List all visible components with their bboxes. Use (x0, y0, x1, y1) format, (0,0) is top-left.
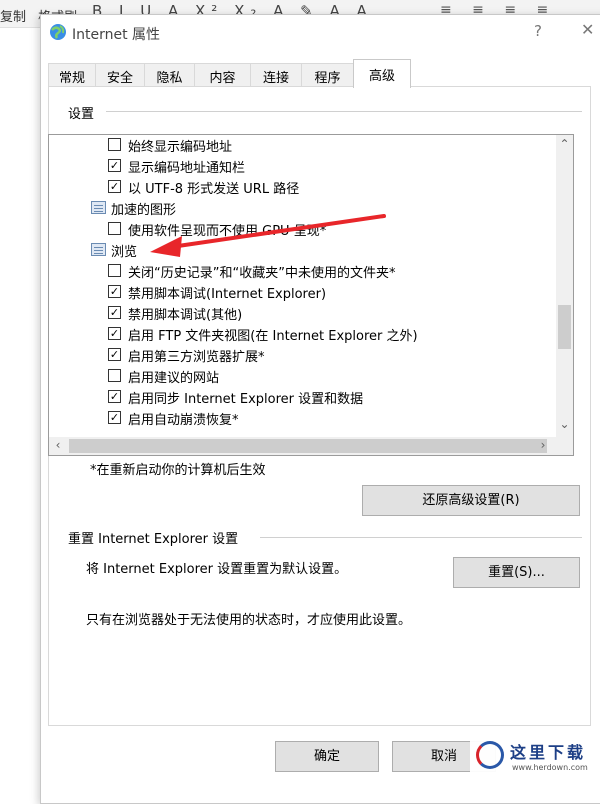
setting-checkbox-row[interactable]: ✓ 显示编码地址通知栏 (49, 156, 554, 177)
settings-listbox[interactable]: 始终显示编码地址 ✓ 显示编码地址通知栏 ✓ 以 UTF-8 形式发送 URL 路径加速… (48, 134, 574, 456)
scroll-up-icon[interactable]: ⌃ (556, 137, 573, 151)
checked-checkbox[interactable]: ✓ (108, 306, 121, 319)
setting-label: 以 UTF-8 形式发送 URL 路径 (128, 182, 300, 197)
setting-checkbox-row[interactable]: ✓ 启用 FTP 文件夹视图(在 Internet Explorer 之外) (49, 324, 554, 345)
restore-advanced-settings-button[interactable]: 还原高级设置(R) (362, 485, 580, 516)
window-title: Internet 属性 (72, 27, 161, 43)
setting-checkbox-row[interactable]: ✓ 禁用脚本调试(Internet Explorer) (49, 282, 554, 303)
internet-globe-icon (50, 24, 66, 40)
setting-checkbox-row[interactable]: ✓ 禁用脚本调试(其他) (49, 303, 554, 324)
setting-checkbox-row[interactable]: ✓ 启用自动崩溃恢复* (49, 408, 554, 429)
tab-content[interactable]: 内容 (194, 63, 251, 87)
settings-group-icon (91, 201, 106, 214)
setting-checkbox-row[interactable]: ✓ 启用同步 Internet Explorer 设置和数据 (49, 387, 554, 408)
checked-checkbox[interactable]: ✓ (108, 285, 121, 298)
setting-label: 启用 FTP 文件夹视图(在 Internet Explorer 之外) (128, 329, 418, 344)
group-label: 浏览 (111, 245, 138, 260)
vertical-scrollbar[interactable]: ⌃ ⌄ (556, 135, 573, 437)
setting-group-header: 浏览 (49, 240, 554, 261)
setting-checkbox-row[interactable]: 始终显示编码地址 (49, 135, 554, 156)
settings-group-icon (91, 243, 106, 256)
setting-label: 关闭“历史记录”和“收藏夹”中未使用的文件夹* (128, 266, 396, 281)
tab-programs[interactable]: 程序 (301, 63, 354, 87)
watermark-brand: 这里下载 (510, 743, 587, 762)
group-label: 加速的图形 (111, 203, 177, 218)
unchecked-checkbox[interactable] (108, 222, 121, 235)
title-bar: Internet 属性 ? ✕ (41, 15, 600, 51)
reset-description: 将 Internet Explorer 设置重置为默认设置。 (86, 562, 348, 577)
tab-security[interactable]: 安全 (95, 63, 145, 87)
setting-label: 启用建议的网站 (128, 371, 220, 386)
reset-warning: 只有在浏览器处于无法使用的状态时，才应使用此设置。 (86, 613, 412, 628)
horizontal-scroll-thumb[interactable] (69, 439, 547, 453)
site-watermark: 这里下载 www.herdown.com (470, 735, 600, 784)
setting-checkbox-row[interactable]: ✓ 启用第三方浏览器扩展* (49, 345, 554, 366)
settings-separator (106, 111, 582, 112)
reset-button[interactable]: 重置(S)... (453, 557, 580, 588)
setting-label: 启用同步 Internet Explorer 设置和数据 (128, 392, 364, 407)
unchecked-checkbox[interactable] (108, 264, 121, 277)
setting-label: 禁用脚本调试(其他) (128, 308, 243, 323)
setting-checkbox-row[interactable]: 启用建议的网站 (49, 366, 554, 387)
help-button[interactable]: ? (534, 22, 542, 40)
setting-checkbox-row[interactable]: 关闭“历史记录”和“收藏夹”中未使用的文件夹* (49, 261, 554, 282)
setting-label: 启用自动崩溃恢复* (128, 413, 239, 428)
watermark-logo-icon (476, 741, 504, 769)
copy-label[interactable]: 复制 (0, 10, 26, 25)
checked-checkbox[interactable]: ✓ (108, 327, 121, 340)
checked-checkbox[interactable]: ✓ (108, 390, 121, 403)
checked-checkbox[interactable]: ✓ (108, 159, 121, 172)
tab-general[interactable]: 常规 (48, 63, 96, 87)
reset-separator (260, 537, 582, 538)
scroll-right-icon[interactable]: › (537, 438, 549, 452)
restart-note: *在重新启动你的计算机后生效 (90, 463, 266, 478)
unchecked-checkbox[interactable] (108, 369, 121, 382)
setting-group-header: 加速的图形 (49, 198, 554, 219)
checked-checkbox[interactable]: ✓ (108, 411, 121, 424)
close-button[interactable]: ✕ (581, 20, 594, 39)
setting-checkbox-row[interactable]: 使用软件呈现而不使用 GPU 呈现* (49, 219, 554, 240)
scroll-down-icon[interactable]: ⌄ (556, 417, 573, 431)
setting-label: 禁用脚本调试(Internet Explorer) (128, 287, 327, 302)
checked-checkbox[interactable]: ✓ (108, 180, 121, 193)
tab-connections[interactable]: 连接 (250, 63, 302, 87)
reset-section-label: 重置 Internet Explorer 设置 (68, 532, 239, 547)
watermark-url: www.herdown.com (512, 763, 588, 772)
tab-advanced[interactable]: 高级 (353, 59, 411, 88)
setting-checkbox-row[interactable]: ✓ 以 UTF-8 形式发送 URL 路径 (49, 177, 554, 198)
ok-button[interactable]: 确定 (275, 741, 379, 772)
scroll-left-icon[interactable]: ‹ (52, 438, 64, 452)
setting-label: 始终显示编码地址 (128, 140, 233, 155)
setting-label: 启用第三方浏览器扩展* (128, 350, 265, 365)
setting-label: 使用软件呈现而不使用 GPU 呈现* (128, 224, 327, 239)
unchecked-checkbox[interactable] (108, 138, 121, 151)
vertical-scroll-thumb[interactable] (558, 305, 571, 349)
settings-group-label: 设置 (68, 107, 95, 122)
checked-checkbox[interactable]: ✓ (108, 348, 121, 361)
tab-privacy[interactable]: 隐私 (144, 63, 195, 87)
setting-label: 显示编码地址通知栏 (128, 161, 246, 176)
horizontal-scrollbar[interactable]: ‹ › (49, 437, 573, 455)
